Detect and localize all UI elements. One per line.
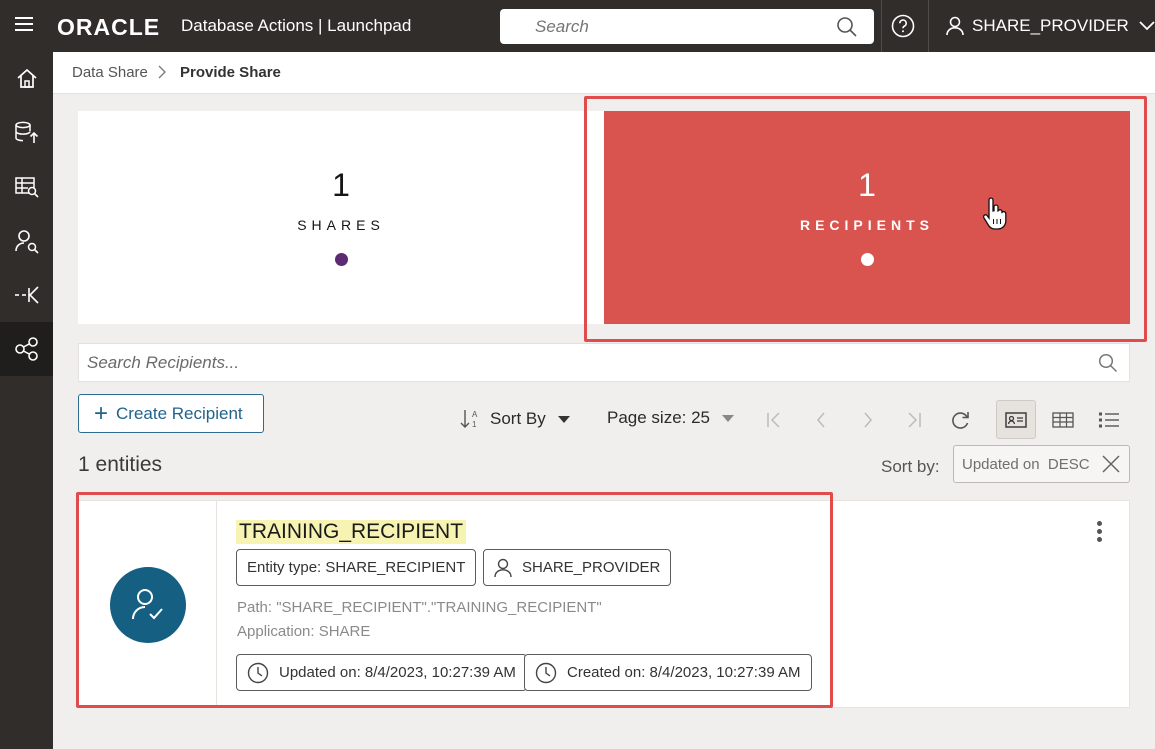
- caret-down-icon: [557, 415, 570, 423]
- nav-data-load[interactable]: [0, 106, 53, 160]
- catalog-icon: [14, 177, 39, 198]
- entity-type-text: Entity type: SHARE_RECIPIENT: [247, 559, 466, 576]
- recipient-name[interactable]: TRAINING_RECIPIENT: [236, 520, 467, 544]
- sort-by-label: Sort By: [490, 409, 546, 428]
- left-navigation: [0, 52, 53, 749]
- refresh-icon: [952, 412, 969, 429]
- created-on-text: Created on: 8/4/2023, 10:27:39 AM: [567, 664, 801, 681]
- clock-icon: [535, 662, 557, 683]
- sort-icon: A1: [460, 410, 478, 429]
- recipients-search: [78, 343, 1130, 382]
- entity-count: 1 entities: [78, 453, 163, 476]
- table-view-icon: [1052, 411, 1074, 428]
- sort-chip-label: Updated on DESC: [962, 455, 1090, 473]
- owner-text: SHARE_PROVIDER: [522, 559, 661, 576]
- search-icon[interactable]: [836, 16, 858, 38]
- refresh-button[interactable]: [948, 408, 972, 432]
- chevron-right-icon: [864, 412, 872, 428]
- top-header: ORACLE Database Actions | Launchpad SHAR…: [0, 0, 1155, 52]
- nav-home[interactable]: [0, 52, 53, 106]
- home-icon: [16, 68, 37, 88]
- recipients-tile[interactable]: 1 RECIPIENTS: [604, 111, 1130, 324]
- recipient-application: Application: SHARE: [237, 623, 371, 640]
- next-page-button[interactable]: [856, 408, 880, 432]
- oracle-logo: ORACLE: [57, 14, 161, 40]
- shares-label: SHARES: [297, 217, 385, 233]
- page-size-dropdown[interactable]: Page size: 25: [607, 408, 735, 428]
- nav-catalog[interactable]: [0, 160, 53, 214]
- recipients-dot: [861, 253, 874, 266]
- updated-on-text: Updated on: 8/4/2023, 10:27:39 AM: [279, 664, 516, 681]
- breadcrumb: Data Share Provide Share: [53, 52, 1155, 94]
- user-menu[interactable]: SHARE_PROVIDER: [946, 14, 1155, 38]
- entity-type-chip: Entity type: SHARE_RECIPIENT: [236, 549, 477, 586]
- shares-dot: [335, 253, 348, 266]
- recipient-path: Path: "SHARE_RECIPIENT"."TRAINING_RECIPI…: [237, 599, 602, 616]
- create-recipient-button[interactable]: + Create Recipient: [78, 394, 264, 433]
- chevron-left-icon: [817, 412, 825, 428]
- user-icon: [494, 558, 512, 577]
- global-search-input[interactable]: [500, 9, 830, 44]
- chevron-down-icon: [1139, 21, 1155, 31]
- sort-chip: Updated on DESC: [953, 445, 1130, 483]
- svg-text:A: A: [472, 410, 478, 419]
- more-actions-icon[interactable]: [1093, 521, 1105, 545]
- header-divider: [928, 0, 929, 52]
- nav-data-share[interactable]: [0, 322, 53, 376]
- caret-down-icon: [722, 414, 735, 422]
- previous-page-button[interactable]: [809, 408, 833, 432]
- svg-text:1: 1: [472, 420, 477, 429]
- user-icon: [946, 16, 964, 36]
- recipients-search-input[interactable]: [79, 344, 1079, 381]
- app-title: Database Actions | Launchpad: [181, 16, 412, 35]
- created-on-chip: Created on: 8/4/2023, 10:27:39 AM: [524, 654, 812, 691]
- sort-by-caption: Sort by:: [881, 457, 940, 476]
- transform-icon: [14, 286, 39, 304]
- card-view-button[interactable]: [996, 400, 1036, 439]
- page-size-label: Page size: 25: [607, 408, 711, 427]
- plus-icon: +: [94, 399, 109, 427]
- user-search-icon: [14, 230, 39, 254]
- first-page-button[interactable]: [762, 408, 786, 432]
- recipients-count: 1: [858, 167, 876, 203]
- global-search: [500, 9, 874, 44]
- owner-chip: SHARE_PROVIDER: [483, 549, 672, 586]
- nav-transform[interactable]: [0, 268, 53, 322]
- last-page-button[interactable]: [902, 408, 926, 432]
- breadcrumb-data-share[interactable]: Data Share: [72, 64, 148, 81]
- clock-icon: [247, 662, 269, 683]
- recipients-label: RECIPIENTS: [799, 217, 934, 233]
- user-name: SHARE_PROVIDER: [972, 16, 1129, 35]
- nav-user-search[interactable]: [0, 214, 53, 268]
- shares-count: 1: [332, 167, 350, 203]
- list-view-icon: [1099, 412, 1119, 427]
- data-load-icon: [14, 121, 38, 143]
- breadcrumb-current: Provide Share: [180, 64, 281, 81]
- table-view-button[interactable]: [1043, 400, 1083, 439]
- hamburger-menu-icon[interactable]: [15, 17, 33, 31]
- header-divider: [881, 0, 882, 52]
- chevron-right-icon: [158, 65, 166, 79]
- create-recipient-label: Create Recipient: [116, 403, 243, 423]
- sort-by-dropdown[interactable]: A1 Sort By: [460, 408, 570, 430]
- hand-cursor-icon: [982, 197, 1007, 230]
- data-share-icon: [14, 337, 38, 361]
- search-icon[interactable]: [1098, 353, 1118, 373]
- card-view-icon: [1005, 411, 1027, 428]
- shares-tile[interactable]: 1 SHARES: [78, 111, 604, 324]
- last-page-icon: [908, 412, 921, 428]
- help-icon[interactable]: [891, 14, 915, 38]
- user-check-icon: [132, 589, 163, 620]
- list-view-button[interactable]: [1089, 400, 1129, 439]
- recipient-card[interactable]: TRAINING_RECIPIENT Entity type: SHARE_RE…: [78, 500, 1130, 708]
- first-page-icon: [767, 412, 780, 428]
- close-icon[interactable]: [1101, 454, 1121, 474]
- card-avatar-panel: [79, 501, 217, 707]
- recipient-avatar: [110, 567, 186, 643]
- updated-on-chip: Updated on: 8/4/2023, 10:27:39 AM: [236, 654, 527, 691]
